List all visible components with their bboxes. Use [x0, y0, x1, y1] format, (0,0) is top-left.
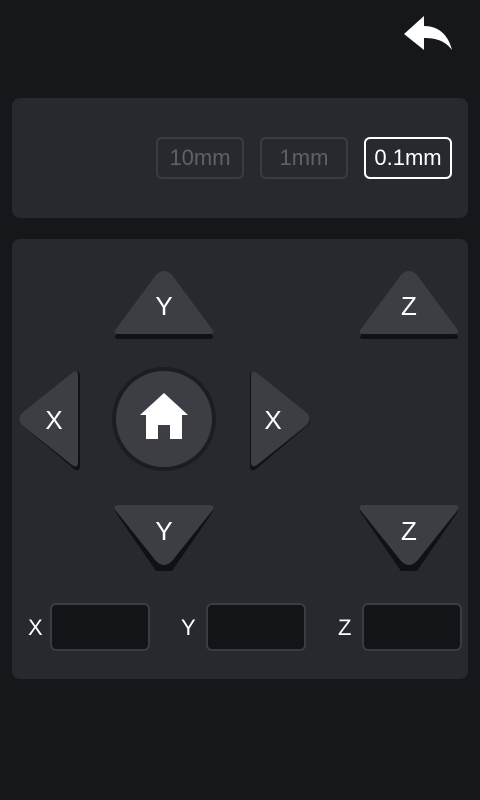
z-minus-label: Z [401, 516, 417, 546]
y-coordinate-label: Y [181, 615, 196, 640]
jog-control-panel: Y Z X X Y Z X Y Z [12, 239, 468, 679]
manual-move-screen: 10mm 1mm 0.1mm Y Z X X Y Z X Y Z [0, 0, 480, 800]
z-plus-label: Z [401, 291, 417, 321]
x-plus-button[interactable]: X [250, 371, 310, 471]
undo-arrow-icon [404, 16, 452, 50]
z-coordinate-label: Z [338, 615, 352, 640]
y-plus-label: Y [155, 291, 172, 321]
x-plus-label: X [264, 405, 281, 435]
y-minus-button[interactable]: Y [114, 505, 214, 571]
y-minus-label: Y [155, 516, 172, 546]
step-10mm-button[interactable]: 10mm [156, 137, 244, 179]
step-size-panel: 10mm 1mm 0.1mm [12, 98, 468, 218]
back-button[interactable] [400, 12, 456, 56]
x-coordinate-label: X [28, 615, 43, 640]
step-1mm-button[interactable]: 1mm [260, 137, 348, 179]
x-minus-button[interactable]: X [19, 371, 81, 471]
home-button[interactable] [112, 367, 216, 471]
step-0-1mm-button[interactable]: 0.1mm [364, 137, 452, 179]
x-coordinate-input[interactable] [50, 603, 150, 651]
y-coordinate-input[interactable] [206, 603, 306, 651]
x-minus-label: X [45, 405, 62, 435]
y-plus-button[interactable]: Y [114, 271, 214, 339]
z-minus-button[interactable]: Z [359, 505, 459, 571]
z-coordinate-input[interactable] [362, 603, 462, 651]
z-plus-button[interactable]: Z [359, 271, 459, 339]
